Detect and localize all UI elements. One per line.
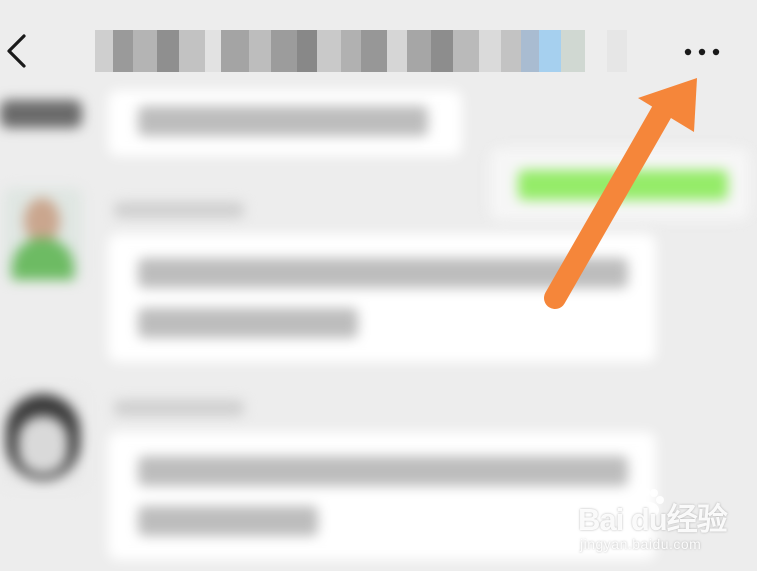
chat-title (95, 30, 655, 72)
watermark: Bai du经验 jingyan.baidu.com (578, 486, 748, 558)
chat-header (0, 0, 757, 100)
sender-name (114, 202, 244, 218)
message-bubble[interactable] (108, 432, 656, 560)
watermark-brand: Bai du经验 (578, 502, 728, 537)
avatar[interactable] (2, 390, 84, 486)
back-button[interactable] (2, 28, 36, 74)
more-dots-icon (684, 48, 720, 56)
avatar[interactable] (4, 188, 82, 280)
sender-name (114, 400, 244, 416)
sent-message-bubble[interactable] (490, 148, 750, 220)
message-bubble[interactable] (108, 234, 656, 362)
watermark-url: jingyan.baidu.com (580, 536, 702, 552)
chevron-left-icon (7, 34, 26, 68)
more-button[interactable] (678, 36, 726, 66)
message-bubble[interactable] (108, 90, 462, 156)
avatar[interactable] (0, 100, 82, 128)
